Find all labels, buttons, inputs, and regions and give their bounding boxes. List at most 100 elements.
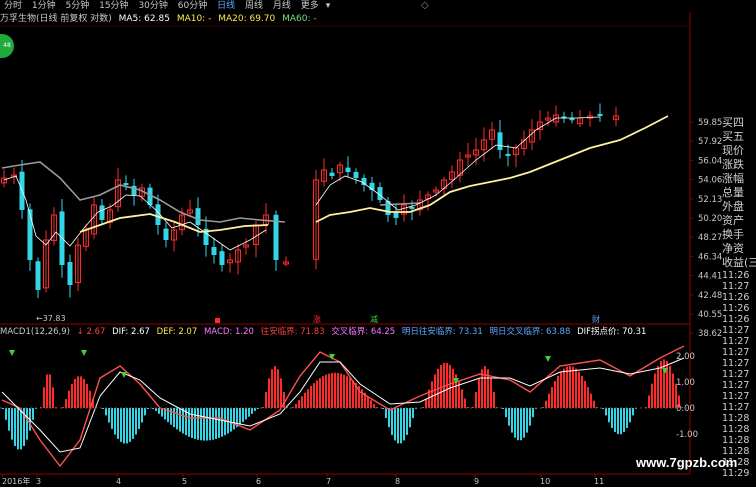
macd-bar [493, 391, 495, 408]
macd-bar [502, 408, 504, 409]
macd-bar [578, 371, 580, 408]
right-panel-row: 现价 [722, 144, 744, 157]
macd-bar [188, 408, 190, 437]
macd-bar [517, 408, 519, 441]
macd-bar [557, 375, 559, 408]
macd-bar [548, 393, 550, 408]
date-tick-label: 6 [256, 477, 261, 486]
macd-bar [554, 381, 556, 408]
right-info-panel: 买四买五现价涨跌涨幅总量外盘资产换手净资收益(三)11:2611:2711:26… [722, 116, 756, 487]
macd-bar [49, 374, 51, 408]
price-tick-label: 52.13 [698, 195, 722, 205]
macd-bar [412, 408, 414, 419]
right-panel-row: 总量 [722, 186, 744, 199]
macd-bar [144, 408, 146, 416]
macd-bar [337, 372, 339, 408]
macd-bar [490, 378, 492, 408]
macd-bar [605, 408, 607, 416]
candle-body [497, 132, 503, 150]
macd-bar [310, 385, 312, 408]
macd-bar [325, 374, 327, 408]
date-tick-label: 5 [182, 477, 187, 486]
right-panel-row: 11:27 [722, 336, 750, 347]
right-panel-row: 11:27 [722, 281, 750, 292]
macd-bar [322, 376, 324, 408]
stock-chart[interactable]: 59.85 57.92 56.04 54.06 52.13 50.20 48.27 46.34… [0, 0, 756, 487]
candle-body [345, 167, 351, 172]
macd-bar [484, 366, 486, 408]
macd-bar [132, 408, 134, 439]
macd-bar [14, 408, 16, 447]
macd-bar [452, 368, 454, 408]
macd-bar [304, 392, 306, 408]
price-tick-label: 42.48 [698, 291, 722, 301]
macd-bar [581, 375, 583, 408]
macd-bar [32, 408, 34, 420]
macd-bar [182, 408, 184, 434]
date-tick-label: 2016年 [2, 476, 30, 486]
macd-bar [388, 408, 390, 428]
right-panel-row: 11:26 [722, 270, 750, 281]
macd-bar [532, 408, 534, 418]
macd-bar [572, 366, 574, 408]
macd-bar [508, 408, 510, 426]
macd-bar [200, 408, 202, 441]
right-panel-row: 净资 [722, 242, 744, 255]
buy-signal-arrow [81, 350, 87, 356]
right-panel-row: 11:27 [722, 347, 750, 358]
macd-bar [514, 408, 516, 438]
macd-tick-label: 2.00 [676, 352, 695, 362]
macd-tick-label: 1.00 [676, 378, 695, 388]
right-panel-row: 11:28 [722, 413, 750, 424]
macd-bar [626, 408, 628, 428]
macd-bar [331, 372, 333, 408]
macd-bar [203, 408, 205, 441]
macd-bar [400, 408, 402, 444]
macd-bar [20, 408, 22, 450]
macd-bar [239, 408, 241, 425]
candle-body [409, 206, 415, 209]
macd-bar [209, 408, 211, 441]
macd-bar [274, 366, 276, 408]
macd-bar [173, 408, 175, 428]
price-tick-label: 54.06 [698, 176, 722, 186]
candle-body [131, 185, 137, 195]
date-tick-label: 8 [395, 477, 400, 486]
macd-bar [602, 408, 604, 409]
low-price-marker: ←37.83 [36, 314, 66, 323]
macd-bar [403, 408, 405, 441]
date-tick-label: 11 [594, 477, 604, 486]
candle-body [329, 172, 335, 176]
macd-bar [292, 407, 294, 408]
macd-bar [587, 387, 589, 408]
candle-body [163, 228, 169, 240]
macd-bar [298, 400, 300, 408]
macd-bar [277, 369, 279, 408]
candle-body [505, 153, 511, 156]
macd-bar [551, 387, 553, 408]
macd-bar [316, 380, 318, 408]
macd-bar [158, 408, 160, 414]
macd-bar [197, 408, 199, 440]
macd-bar [215, 408, 217, 439]
macd-bar [218, 408, 220, 438]
buy-signal-arrow [9, 350, 15, 356]
macd-bar [11, 408, 13, 440]
right-panel-row: 资产 [722, 214, 744, 227]
macd-bar [135, 408, 137, 435]
macd-bar [206, 408, 208, 441]
macd-bar [74, 378, 76, 408]
candle-body [35, 261, 41, 290]
macd-bar [370, 400, 372, 408]
ma-gray-line-1 [1, 161, 286, 223]
right-panel-row: 涨幅 [722, 172, 744, 185]
macd-bar [102, 408, 104, 409]
macd-bar [179, 408, 181, 432]
macd-bar [129, 408, 131, 442]
macd-bar [117, 408, 119, 439]
event-marker: 减 [370, 314, 378, 324]
macd-bar [111, 408, 113, 429]
macd-bar [152, 408, 154, 409]
right-panel-row: 外盘 [722, 200, 744, 213]
price-tick-label: 40.55 [698, 310, 722, 320]
